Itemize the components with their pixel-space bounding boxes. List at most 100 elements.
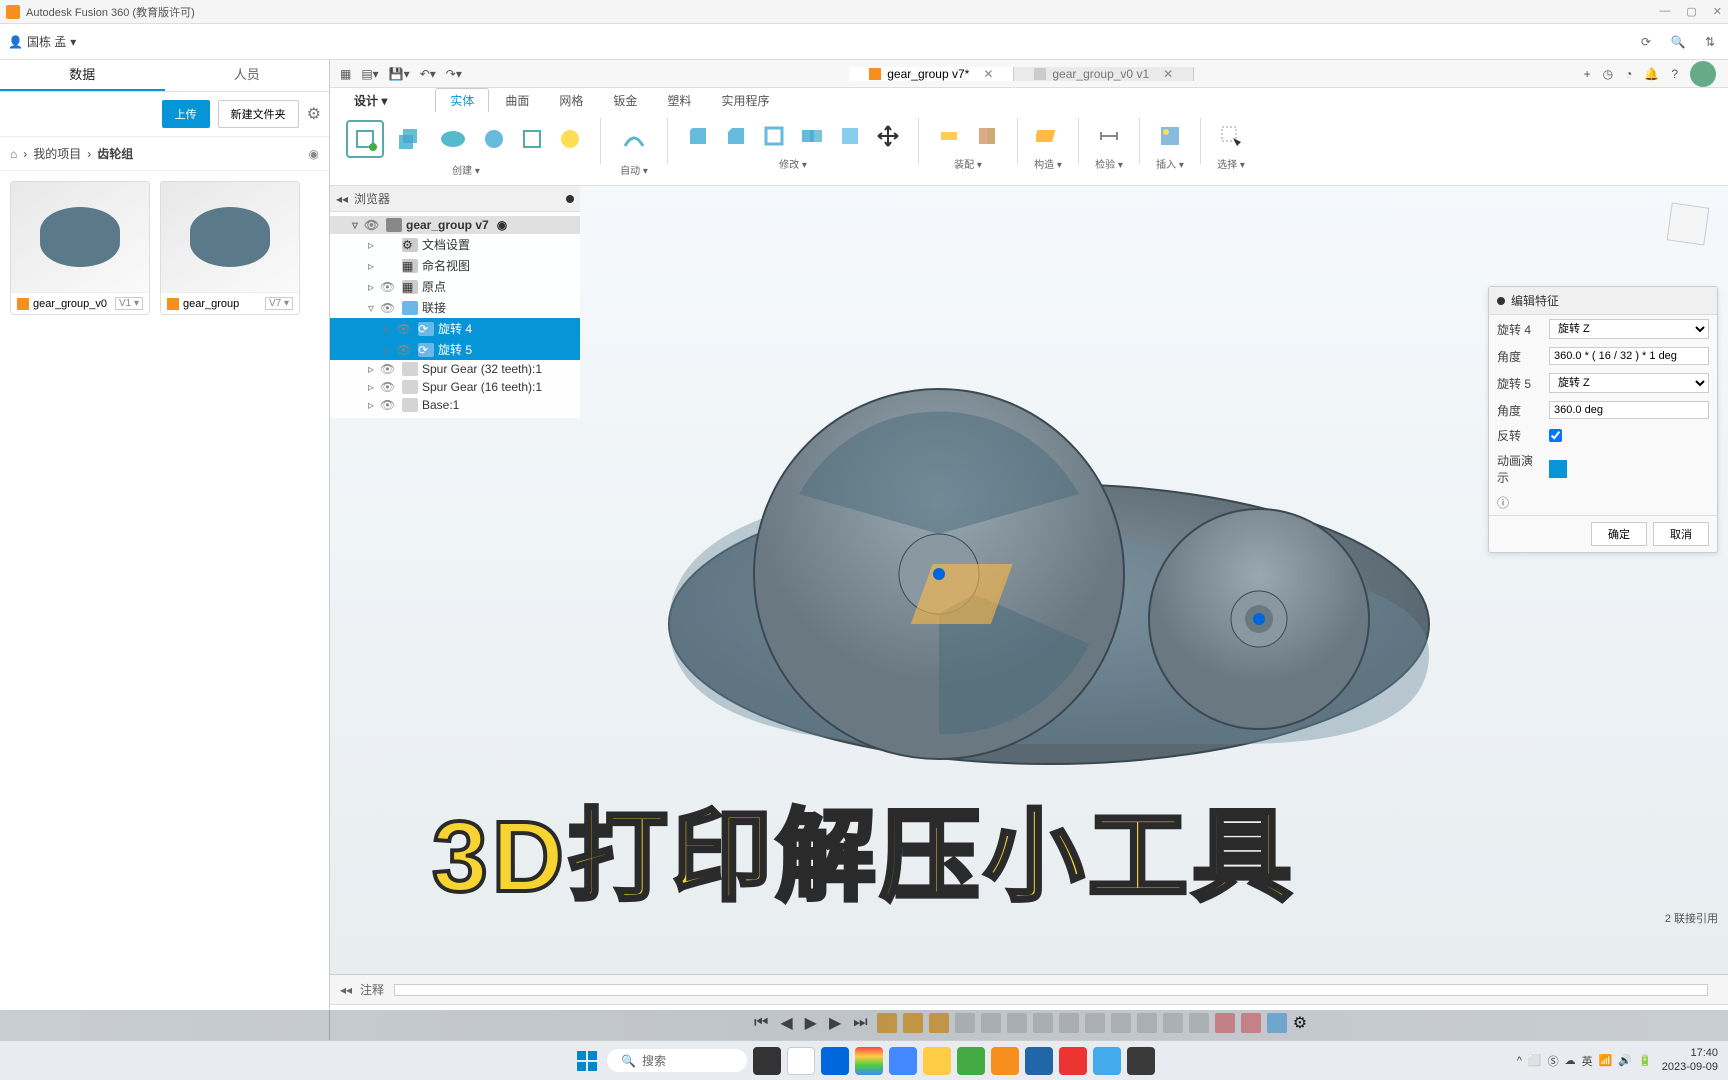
joint-icon[interactable] xyxy=(933,120,965,152)
taskbar-search[interactable]: 🔍搜索 xyxy=(607,1049,747,1072)
insert-icon[interactable] xyxy=(1154,120,1186,152)
tab-people[interactable]: 人员 xyxy=(165,60,330,91)
auto-icon[interactable] xyxy=(615,120,653,158)
tree-item[interactable]: ▹▦命名视图 xyxy=(330,255,580,276)
taskbar-app[interactable] xyxy=(787,1047,815,1075)
file-thumb[interactable]: gear_group_v0V1 ▾ xyxy=(10,181,150,315)
filter-icon[interactable]: ⇅ xyxy=(1700,32,1720,52)
cancel-button[interactable]: 取消 xyxy=(1653,522,1709,546)
ok-button[interactable]: 确定 xyxy=(1591,522,1647,546)
group-insert-label[interactable]: 插入 ▾ xyxy=(1156,156,1184,171)
chamfer-icon[interactable] xyxy=(720,120,752,152)
tray-ime-icon[interactable]: 英 xyxy=(1582,1053,1593,1069)
tray-icon[interactable]: Ⓢ xyxy=(1548,1053,1559,1069)
rot4-select[interactable]: 旋转 Z xyxy=(1549,319,1709,339)
newfolder-button[interactable]: 新建文件夹 xyxy=(218,100,299,128)
taskbar-app[interactable] xyxy=(923,1047,951,1075)
sweep-icon[interactable] xyxy=(478,123,510,155)
maximize-icon[interactable]: ▢ xyxy=(1686,5,1696,18)
group-modify-label[interactable]: 修改 ▾ xyxy=(779,156,807,171)
taskbar-app[interactable] xyxy=(1025,1047,1053,1075)
plane-icon[interactable] xyxy=(1032,120,1064,152)
taskbar-app[interactable] xyxy=(991,1047,1019,1075)
tree-item[interactable]: ▿👁联接 xyxy=(330,297,580,318)
close-icon[interactable]: ✕ xyxy=(1713,5,1722,18)
group-inspect-label[interactable]: 检验 ▾ xyxy=(1095,156,1123,171)
ribbon-tab-mesh[interactable]: 网格 xyxy=(545,89,597,112)
new-tab-icon[interactable]: + xyxy=(1584,67,1591,81)
upload-button[interactable]: 上传 xyxy=(162,100,210,128)
extensions-icon[interactable]: ◷ xyxy=(1603,67,1613,81)
rot5-select[interactable]: 旋转 Z xyxy=(1549,373,1709,393)
avatar[interactable] xyxy=(1690,61,1716,87)
taskbar-app[interactable] xyxy=(1093,1047,1121,1075)
emboss-icon[interactable] xyxy=(554,123,586,155)
tree-item[interactable]: ▹👁▦原点 xyxy=(330,276,580,297)
angle2-input[interactable] xyxy=(1549,401,1709,419)
notifications-icon[interactable]: 🔔 xyxy=(1644,67,1659,81)
group-create-label[interactable]: 创建 ▾ xyxy=(452,162,480,177)
taskbar-app[interactable] xyxy=(1059,1047,1087,1075)
taskbar-app[interactable] xyxy=(821,1047,849,1075)
group-auto-label[interactable]: 自动 ▾ xyxy=(620,162,648,177)
refresh-icon[interactable]: ⟳ xyxy=(1636,32,1656,52)
taskbar-app[interactable] xyxy=(1127,1047,1155,1075)
revolve-icon[interactable] xyxy=(434,120,472,158)
tree-item-selected[interactable]: ▹👁⟳旋转 5 xyxy=(330,339,580,360)
tab-data[interactable]: 数据 xyxy=(0,60,165,91)
user-menu[interactable]: 👤 国栋 孟 ▾ xyxy=(8,33,76,50)
angle1-input[interactable] xyxy=(1549,347,1709,365)
measure-icon[interactable] xyxy=(1093,120,1125,152)
collapse-icon[interactable]: ◂◂ xyxy=(336,192,348,206)
help-icon[interactable]: ? xyxy=(1671,67,1678,81)
close-tab-icon[interactable]: ✕ xyxy=(983,67,993,81)
job-status-icon[interactable]: ◔ xyxy=(1625,67,1632,81)
select-icon[interactable] xyxy=(1215,120,1247,152)
group-assemble-label[interactable]: 装配 ▾ xyxy=(954,156,982,171)
ribbon-tab-surface[interactable]: 曲面 xyxy=(491,89,543,112)
redo-icon[interactable]: ↷▾ xyxy=(446,67,462,81)
tray-volume-icon[interactable]: 🔊 xyxy=(1618,1054,1632,1067)
tray-icon[interactable]: ☁ xyxy=(1565,1054,1576,1067)
taskbar-app[interactable] xyxy=(753,1047,781,1075)
file-icon[interactable]: ▤▾ xyxy=(361,67,378,81)
sketch-icon[interactable] xyxy=(346,120,384,158)
browser-options-icon[interactable] xyxy=(566,195,574,203)
doc-tab-inactive[interactable]: gear_group_v0 v1 ✕ xyxy=(1014,67,1194,81)
tree-item-selected[interactable]: ▹👁⟳旋转 4 xyxy=(330,318,580,339)
doc-tab-active[interactable]: gear_group v7* ✕ xyxy=(849,67,1014,81)
reverse-checkbox[interactable] xyxy=(1549,429,1562,442)
tree-item[interactable]: ▹👁Spur Gear (16 teeth):1 xyxy=(330,378,580,396)
split-icon[interactable] xyxy=(834,120,866,152)
minimize-icon[interactable]: — xyxy=(1659,5,1670,18)
tree-item[interactable]: ▹👁Base:1 xyxy=(330,396,580,414)
tray-wifi-icon[interactable]: 📶 xyxy=(1599,1054,1613,1067)
move-icon[interactable] xyxy=(872,120,904,152)
search-icon[interactable]: 🔍 xyxy=(1668,32,1688,52)
tray-icon[interactable]: ⬜ xyxy=(1528,1054,1542,1067)
group-select-label[interactable]: 选择 ▾ xyxy=(1217,156,1245,171)
breadcrumb-project[interactable]: 我的项目 xyxy=(33,145,81,162)
tray-chevron-icon[interactable]: ^ xyxy=(1517,1055,1522,1067)
shell-icon[interactable] xyxy=(758,120,790,152)
loft-icon[interactable] xyxy=(516,123,548,155)
tree-item[interactable]: ▹👁Spur Gear (32 teeth):1 xyxy=(330,360,580,378)
save-icon[interactable]: 💾▾ xyxy=(389,67,410,81)
undo-icon[interactable]: ↶▾ xyxy=(420,67,436,81)
file-thumb[interactable]: gear_groupV7 ▾ xyxy=(160,181,300,315)
tree-item[interactable]: ▹⚙文档设置 xyxy=(330,234,580,255)
breadcrumb-current[interactable]: 齿轮组 xyxy=(97,145,133,162)
info-icon[interactable]: ⓘ xyxy=(1497,496,1509,510)
fillet-icon[interactable] xyxy=(682,120,714,152)
team-icon[interactable]: ◉ xyxy=(309,147,319,161)
taskbar-app[interactable] xyxy=(889,1047,917,1075)
tree-root[interactable]: ▿👁gear_group v7◉ xyxy=(330,216,580,234)
collapse-icon[interactable]: ◂◂ xyxy=(340,983,352,997)
ribbon-tab-sheetmetal[interactable]: 钣金 xyxy=(599,89,651,112)
taskbar-app[interactable] xyxy=(855,1047,883,1075)
group-construct-label[interactable]: 构造 ▾ xyxy=(1034,156,1062,171)
demo-button[interactable] xyxy=(1549,460,1567,478)
timeline-slider[interactable] xyxy=(394,984,1708,996)
ribbon-tab-plastic[interactable]: 塑料 xyxy=(653,89,705,112)
grid-icon[interactable]: ▦ xyxy=(340,67,351,81)
